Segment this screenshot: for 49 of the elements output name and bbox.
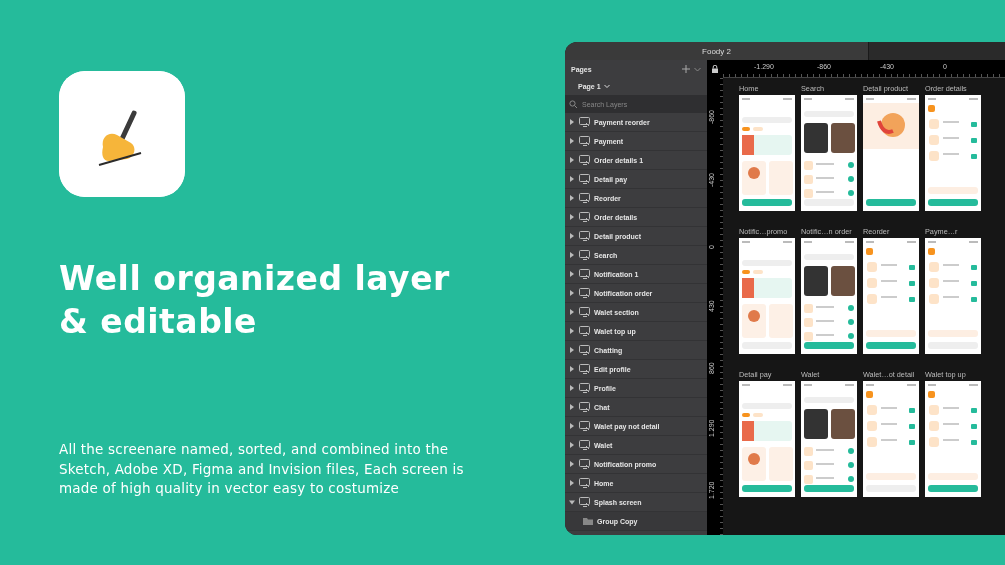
artboard-icon xyxy=(579,421,590,431)
artboard-icon xyxy=(579,345,590,355)
artboard-icon xyxy=(579,383,590,393)
disclosure-triangle-icon[interactable] xyxy=(569,119,575,125)
disclosure-triangle-icon[interactable] xyxy=(569,499,575,505)
artboard-icon xyxy=(579,117,590,127)
disclosure-triangle-icon[interactable] xyxy=(569,366,575,372)
lock-icon[interactable] xyxy=(712,65,718,73)
artboard-icon xyxy=(579,326,590,336)
headline: Well organized layer & editable xyxy=(59,258,451,343)
artboard-icon xyxy=(579,459,590,469)
artboard-icon xyxy=(579,250,590,260)
artboard-icon xyxy=(579,478,590,488)
description: All the screenare named, sorted, and combined into the Sketch, Adobe XD, Figma and Invision files, Each screen is made of high quality in vector easy to costumize xyxy=(59,440,465,498)
artboard-icon xyxy=(579,231,590,241)
add-icon[interactable] xyxy=(682,65,690,73)
disclosure-triangle-icon[interactable] xyxy=(569,461,575,467)
disclosure-triangle-icon[interactable] xyxy=(569,195,575,201)
artboard-icon xyxy=(579,136,590,146)
artboard-icon xyxy=(579,155,590,165)
disclosure-triangle-icon[interactable] xyxy=(569,157,575,163)
artboard-icon xyxy=(579,364,590,374)
disclosure-triangle-icon[interactable] xyxy=(569,138,575,144)
disclosure-triangle-icon[interactable] xyxy=(569,233,575,239)
artboard-icon xyxy=(579,402,590,412)
artboard-icon xyxy=(579,440,590,450)
disclosure-triangle-icon[interactable] xyxy=(569,309,575,315)
disclosure-triangle-icon[interactable] xyxy=(569,328,575,334)
search-icon xyxy=(569,99,578,109)
disclosure-triangle-icon[interactable] xyxy=(569,176,575,182)
folder-icon xyxy=(583,517,593,525)
disclosure-triangle-icon[interactable] xyxy=(569,423,575,429)
artboard-icon xyxy=(579,212,590,222)
disclosure-triangle-icon[interactable] xyxy=(569,442,575,448)
window-title: Foody 2 xyxy=(702,46,731,56)
disclosure-triangle-icon[interactable] xyxy=(569,480,575,486)
artboard-icon xyxy=(579,269,590,279)
artboard-icon xyxy=(579,497,590,507)
disclosure-triangle-icon[interactable] xyxy=(569,271,575,277)
artboard-icon xyxy=(579,174,590,184)
disclosure-triangle-icon[interactable] xyxy=(569,252,575,258)
disclosure-triangle-icon[interactable] xyxy=(569,347,575,353)
artboard-icon xyxy=(579,307,590,317)
disclosure-triangle-icon[interactable] xyxy=(569,385,575,391)
disclosure-triangle-icon[interactable] xyxy=(569,290,575,296)
disclosure-triangle-icon[interactable] xyxy=(569,214,575,220)
artboard-icon xyxy=(579,288,590,298)
artboard-icon xyxy=(579,193,590,203)
disclosure-triangle-icon[interactable] xyxy=(569,404,575,410)
